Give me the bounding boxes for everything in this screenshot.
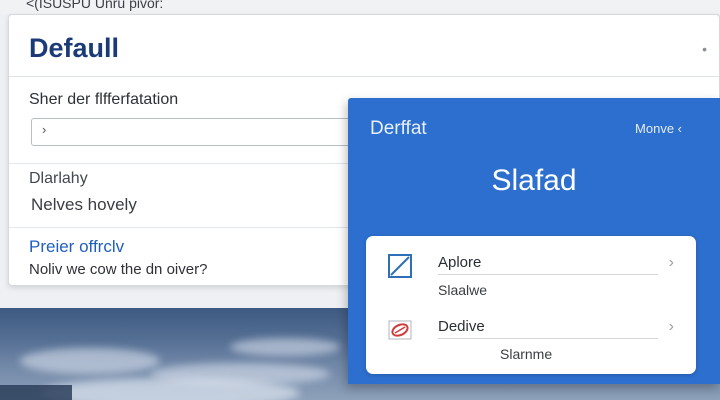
chevron-right-icon: › (668, 318, 674, 335)
divider (438, 274, 658, 275)
divider (438, 338, 658, 339)
text-input[interactable]: › (31, 118, 371, 146)
red-tag-icon (388, 320, 412, 340)
panel-title: Derffat (370, 118, 427, 139)
square-diagonal-icon (388, 254, 412, 278)
divider (9, 227, 349, 228)
list-item[interactable]: Aplore Slaalwe › (366, 242, 696, 304)
flyout-panel: Derffat Monve ‹ Slafad Aplore Slaalwe › … (348, 98, 720, 384)
privacy-description: Noliv we cow the dn oiver? (29, 261, 208, 278)
field-label: Sher der flfferfatation (29, 91, 179, 108)
list-item[interactable]: Dedive Slarnme › (366, 306, 696, 368)
page-title: Defaull (29, 33, 120, 63)
option-value[interactable]: Nelves hovely (31, 195, 137, 215)
list-item-title: Aplore (438, 254, 482, 271)
chevron-right-icon: › (668, 254, 674, 271)
window-header: Defaull • (9, 15, 719, 77)
divider (9, 163, 349, 164)
breadcrumb[interactable]: <(ISUSPU Unru pivor: (26, 0, 163, 11)
more-link[interactable]: Monve ‹ (635, 121, 682, 136)
list-item-title: Dedive (438, 318, 485, 335)
more-dot-icon[interactable]: • (702, 41, 707, 57)
list-item-subtitle: Slaalwe (438, 282, 488, 298)
option-list: Aplore Slaalwe › Dedive Slarnme › (366, 236, 696, 374)
taskbar-tile[interactable] (0, 385, 72, 400)
option-label: Dlarlahy (29, 170, 88, 187)
input-caret-icon: › (42, 122, 47, 137)
list-item-subtitle: Slarnme (500, 346, 553, 362)
panel-heading: Slafad (491, 164, 577, 197)
top-strip: <(ISUSPU Unru pivor: (0, 0, 720, 14)
privacy-link[interactable]: Preier offrclv (29, 237, 124, 257)
